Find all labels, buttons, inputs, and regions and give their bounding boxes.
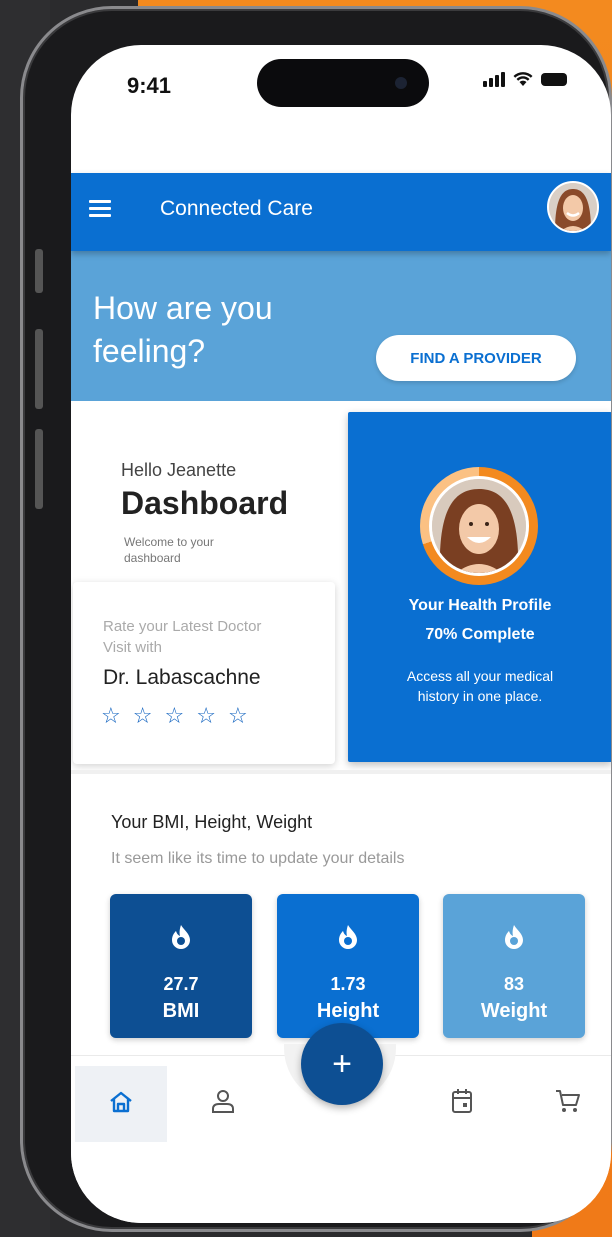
- weight-label: Weight: [480, 1000, 548, 1022]
- profile-description: Access all your medical history in one p…: [406, 668, 554, 704]
- add-button[interactable]: +: [301, 1023, 383, 1105]
- wifi-icon: [513, 72, 533, 86]
- dynamic-island: [257, 59, 429, 107]
- greeting: Hello Jeanette: [121, 460, 237, 480]
- rate-prompt: Rate your Latest Doctor Visit with: [103, 618, 262, 656]
- bmi-label: BMI: [162, 1000, 200, 1022]
- cart-icon[interactable]: [555, 1088, 581, 1114]
- metrics-subtitle: It seem like its time to update your det…: [111, 850, 405, 867]
- phone-side-button: [35, 429, 43, 509]
- home-icon: [110, 1091, 132, 1113]
- star-icon[interactable]: ☆: [101, 703, 121, 729]
- phone-screen: 9:41 Connected Care How are you feeling?…: [71, 45, 611, 1223]
- status-time: 9:41: [127, 73, 172, 98]
- dashboard-subtitle: Welcome to your dashboard: [124, 535, 214, 565]
- section-divider: [71, 770, 611, 774]
- star-icon[interactable]: ☆: [133, 703, 153, 729]
- star-icon[interactable]: ☆: [164, 703, 184, 729]
- profile-photo: [429, 476, 529, 576]
- height-label: Height: [316, 1000, 380, 1022]
- app-title: Connected Care: [160, 197, 313, 220]
- phone-side-button: [35, 329, 43, 409]
- weight-value: 83: [503, 974, 525, 994]
- calendar-icon[interactable]: [451, 1088, 473, 1114]
- rate-doctor-card[interactable]: Rate your Latest Doctor Visit with Dr. L…: [73, 582, 335, 764]
- battery-icon: [541, 72, 567, 86]
- profile-progress-label: 70% Complete: [425, 626, 535, 643]
- page-title: Dashboard: [121, 485, 289, 521]
- profile-icon[interactable]: [211, 1088, 235, 1114]
- metrics-title: Your BMI, Height, Weight: [111, 812, 313, 832]
- nav-home[interactable]: [75, 1066, 167, 1142]
- status-icons: [483, 71, 567, 87]
- phone-side-button: [35, 249, 43, 293]
- app-bar: Connected Care: [71, 173, 611, 251]
- hero-question: How are you feeling?: [93, 290, 273, 369]
- doctor-name: Dr. Labascachne: [103, 666, 261, 689]
- weight-card[interactable]: 83 Weight: [443, 894, 585, 1038]
- health-profile-card[interactable]: Your Health Profile 70% Complete Access …: [348, 412, 611, 762]
- signal-icon: [483, 71, 505, 87]
- user-avatar[interactable]: [547, 181, 599, 233]
- menu-icon[interactable]: [89, 200, 111, 218]
- phone-frame: 9:41 Connected Care How are you feeling?…: [20, 6, 612, 1232]
- star-icon[interactable]: ☆: [228, 703, 248, 729]
- bmi-card[interactable]: 27.7 BMI: [110, 894, 252, 1038]
- height-value: 1.73: [330, 974, 366, 994]
- find-provider-button[interactable]: FIND A PROVIDER: [376, 335, 576, 381]
- profile-title: Your Health Profile: [408, 597, 552, 614]
- flame-icon: [339, 925, 357, 949]
- profile-progress-ring: [420, 467, 538, 585]
- hero-banner: How are you feeling? FIND A PROVIDER: [71, 251, 611, 401]
- height-card[interactable]: 1.73 Height: [277, 894, 419, 1038]
- bmi-value: 27.7: [163, 974, 199, 994]
- flame-icon: [505, 925, 523, 949]
- flame-icon: [172, 925, 190, 949]
- star-rating[interactable]: ☆ ☆ ☆ ☆ ☆: [101, 703, 248, 729]
- star-icon[interactable]: ☆: [196, 703, 216, 729]
